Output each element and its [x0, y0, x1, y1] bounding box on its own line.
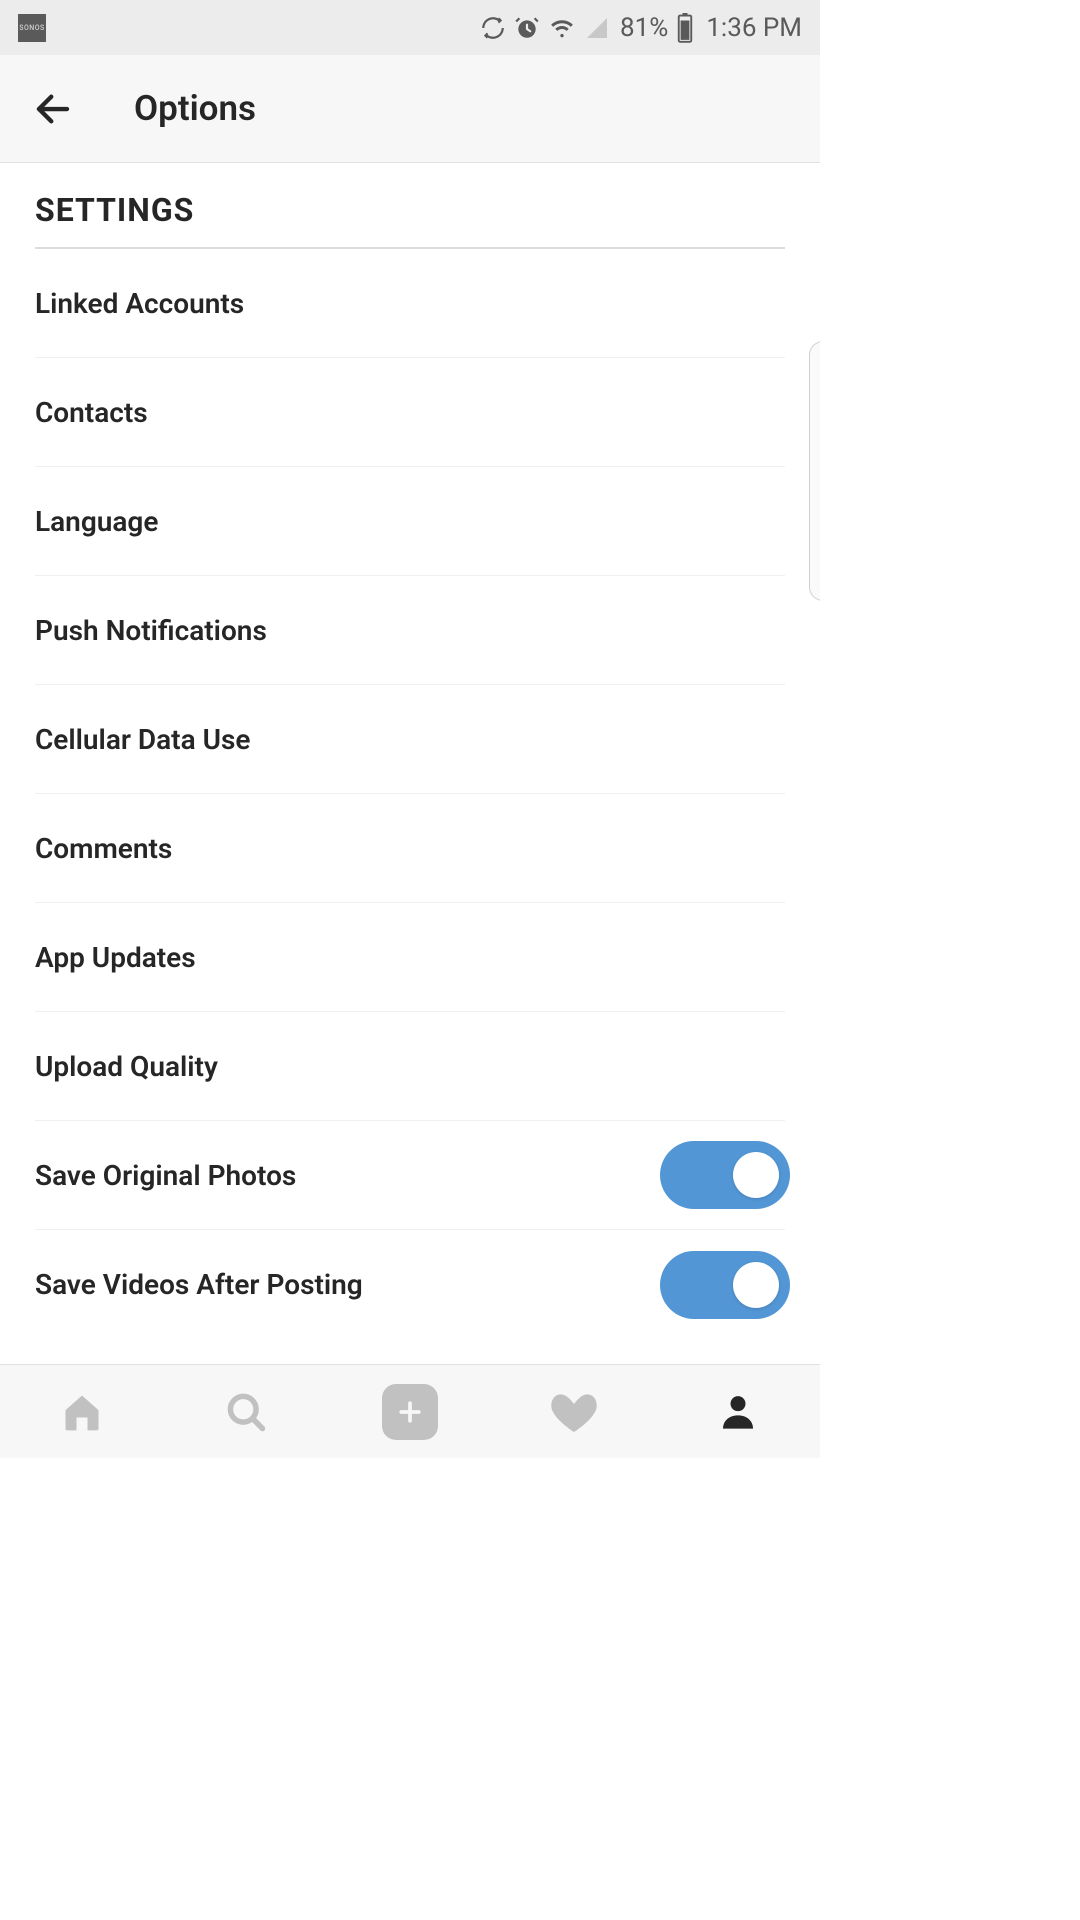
battery-percent: 81%: [620, 13, 668, 43]
page-title: Options: [134, 88, 256, 129]
toggle-knob: [733, 1152, 779, 1198]
row-label: Language: [35, 505, 158, 538]
status-right: 81% 1:36 PM: [480, 13, 802, 43]
nav-home[interactable]: [52, 1382, 112, 1442]
row-label: App Updates: [35, 941, 196, 974]
row-label: Contacts: [35, 396, 148, 429]
back-arrow-icon[interactable]: [32, 88, 74, 130]
row-linked-accounts[interactable]: Linked Accounts: [35, 249, 785, 358]
heart-icon: [550, 1390, 598, 1434]
row-comments[interactable]: Comments: [35, 794, 785, 903]
bottom-nav: [0, 1364, 820, 1458]
row-label: Cellular Data Use: [35, 723, 250, 756]
status-left: SONOS: [18, 14, 46, 42]
scroll-handle[interactable]: [809, 341, 820, 601]
toggle-knob: [733, 1262, 779, 1308]
row-push-notifications[interactable]: Push Notifications: [35, 576, 785, 685]
row-cellular-data-use[interactable]: Cellular Data Use: [35, 685, 785, 794]
row-save-videos-after-posting: Save Videos After Posting: [35, 1230, 785, 1339]
home-icon: [60, 1390, 104, 1434]
toggle-save-original-photos[interactable]: [660, 1141, 790, 1209]
profile-icon: [718, 1390, 758, 1434]
row-label: Linked Accounts: [35, 287, 244, 320]
row-label: Push Notifications: [35, 614, 267, 647]
wifi-icon: [548, 16, 576, 40]
status-bar: SONOS 81%: [0, 0, 820, 55]
add-icon: [382, 1384, 438, 1440]
app-badge-icon: SONOS: [18, 14, 46, 42]
nav-profile[interactable]: [708, 1382, 768, 1442]
wifi-rotate-icon: [480, 15, 506, 41]
section-heading: SETTINGS: [35, 163, 785, 249]
row-language[interactable]: Language: [35, 467, 785, 576]
app-header: Options: [0, 55, 820, 163]
clock-time: 1:36 PM: [706, 13, 802, 43]
nav-activity[interactable]: [544, 1382, 604, 1442]
alarm-icon: [514, 15, 540, 41]
search-icon: [224, 1390, 268, 1434]
cell-signal-icon: [584, 16, 610, 40]
battery-icon: [676, 13, 694, 43]
nav-add[interactable]: [380, 1382, 440, 1442]
row-save-original-photos: Save Original Photos: [35, 1121, 785, 1230]
row-app-updates[interactable]: App Updates: [35, 903, 785, 1012]
row-label: Save Original Photos: [35, 1159, 296, 1192]
row-contacts[interactable]: Contacts: [35, 358, 785, 467]
row-label: Save Videos After Posting: [35, 1268, 363, 1301]
row-label: Upload Quality: [35, 1050, 218, 1083]
toggle-save-videos-after-posting[interactable]: [660, 1251, 790, 1319]
nav-search[interactable]: [216, 1382, 276, 1442]
settings-content: SETTINGS Linked Accounts Contacts Langua…: [0, 163, 820, 1364]
row-label: Comments: [35, 832, 172, 865]
row-upload-quality[interactable]: Upload Quality: [35, 1012, 785, 1121]
